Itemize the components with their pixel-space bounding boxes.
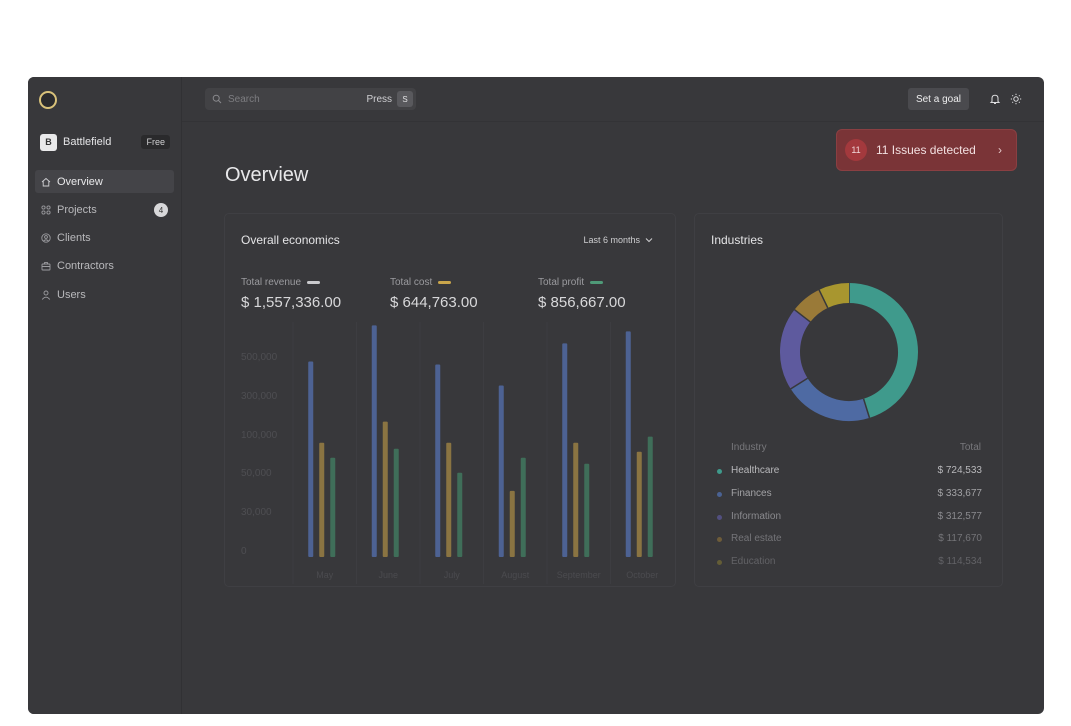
sidebar-item-contractors[interactable]: Contractors <box>35 255 174 278</box>
legend-dot <box>717 469 722 474</box>
workspace-name: Battlefield <box>63 136 112 148</box>
sidebar-item-overview[interactable]: Overview <box>35 170 174 193</box>
sidebar-item-label: Users <box>57 288 86 301</box>
y-tick-label: 30,000 <box>241 507 272 518</box>
grid-icon <box>41 205 51 215</box>
sidebar-item-projects[interactable]: Projects 4 <box>35 198 174 221</box>
sidebar-item-label: Contractors <box>57 260 114 273</box>
legend-dot <box>717 492 722 497</box>
legend-dot <box>717 515 722 520</box>
legend-row: Finances $ 333,677 <box>715 488 982 502</box>
top-bar: Press S Set a goal <box>182 77 1044 122</box>
x-tick-label: May <box>316 570 334 580</box>
legend-header-total: Total <box>959 442 981 453</box>
bar[interactable] <box>647 436 653 557</box>
economics-bar-chart: 500,000 300,000 100,000 50,000 30,000 0 May Jun… <box>241 322 658 584</box>
legend-dot <box>717 537 722 542</box>
sidebar-item-label: Overview <box>57 175 103 188</box>
x-tick-label: October <box>626 570 658 580</box>
bar[interactable] <box>393 448 399 557</box>
bar[interactable] <box>509 490 515 557</box>
search-icon <box>212 94 222 104</box>
page-title: Overview <box>225 164 309 186</box>
y-tick-label: 50,000 <box>241 468 272 479</box>
sidebar-item-clients[interactable]: Clients <box>35 227 174 250</box>
search-bar[interactable]: Press S <box>205 88 416 110</box>
bar[interactable] <box>520 457 526 557</box>
legend-value: $ 312,577 <box>937 511 983 522</box>
y-tick-label: 0 <box>241 546 247 557</box>
x-tick-label: June <box>378 570 398 580</box>
donut-slice[interactable] <box>794 289 829 323</box>
donut-slice[interactable] <box>780 309 811 389</box>
legend-row: Healthcare $ 724,533 <box>715 465 982 479</box>
donut-slice[interactable] <box>819 283 850 309</box>
legend-name: Healthcare <box>731 465 780 476</box>
shortcut-key: S <box>397 91 413 107</box>
sidebar-nav: Overview Projects 4 Clients Contractors … <box>35 170 174 311</box>
sidebar-item-users[interactable]: Users <box>35 283 174 306</box>
bar[interactable] <box>319 442 325 557</box>
bar[interactable] <box>573 442 579 557</box>
bar[interactable] <box>308 361 314 557</box>
user-icon <box>41 290 51 300</box>
sidebar-item-label: Projects <box>57 203 97 216</box>
donut-slice[interactable] <box>790 377 870 421</box>
legend-name: Real estate <box>731 533 782 544</box>
bar[interactable] <box>636 451 642 557</box>
legend-row: Real estate $ 117,670 <box>715 533 982 547</box>
plan-badge: Free <box>141 135 170 149</box>
economics-card: Overall economics Last 6 months Total re… <box>224 213 676 587</box>
issues-alert[interactable]: 11 11 Issues detected › <box>836 129 1017 171</box>
legend-header-industry: Industry <box>731 442 767 453</box>
app-window: B Battlefield Free Overview Projects 4 C… <box>28 77 1044 714</box>
bar[interactable] <box>457 472 463 557</box>
legend-name: Education <box>731 556 776 567</box>
sidebar: B Battlefield Free Overview Projects 4 C… <box>28 77 182 714</box>
issues-alert-text: 11 Issues detected <box>876 143 976 157</box>
y-tick-label: 500,000 <box>241 352 278 363</box>
bar[interactable] <box>584 463 590 557</box>
donut-slice[interactable] <box>848 283 918 418</box>
legend-row: Information $ 312,577 <box>715 511 982 525</box>
legend-value: $ 114,534 <box>938 556 982 567</box>
y-tick-label: 300,000 <box>241 391 278 402</box>
bell-icon[interactable] <box>989 93 1001 105</box>
search-input[interactable] <box>226 92 350 106</box>
bar[interactable] <box>371 325 377 557</box>
bar[interactable] <box>562 343 568 557</box>
bar[interactable] <box>382 421 388 557</box>
sun-icon[interactable] <box>1010 93 1022 105</box>
home-icon <box>41 177 51 186</box>
legend-row: Education $ 114,534 <box>715 556 982 570</box>
bar[interactable] <box>330 457 336 557</box>
projects-count-badge: 4 <box>154 203 168 218</box>
shortcut-hint: Press <box>366 93 392 105</box>
bar[interactable] <box>435 364 441 557</box>
legend-name: Information <box>731 511 782 522</box>
workspace-avatar: B <box>40 133 57 151</box>
industries-donut-chart <box>780 283 918 421</box>
legend-name: Finances <box>731 488 772 499</box>
briefcase-icon <box>41 262 51 271</box>
user-circle-icon <box>41 233 51 243</box>
bar[interactable] <box>446 442 452 557</box>
sidebar-item-label: Clients <box>57 232 91 245</box>
chevron-right-icon: › <box>998 143 1002 157</box>
y-tick-label: 100,000 <box>241 430 278 441</box>
issues-count-badge: 11 <box>845 139 867 161</box>
industries-card: Industries Industry Total Healthcare $ 7… <box>694 213 1003 587</box>
logo-icon[interactable] <box>39 91 57 109</box>
x-tick-label: September <box>557 570 601 580</box>
set-goal-button[interactable]: Set a goal <box>907 88 969 110</box>
x-tick-label: August <box>501 570 530 580</box>
legend-dot <box>717 560 722 565</box>
legend-value: $ 333,677 <box>937 488 983 499</box>
x-tick-label: July <box>444 570 461 580</box>
bar[interactable] <box>498 385 504 557</box>
workspace-switcher[interactable]: B Battlefield Free <box>40 133 170 151</box>
bar[interactable] <box>625 331 631 557</box>
legend-value: $ 724,533 <box>937 465 983 476</box>
legend-value: $ 117,670 <box>938 533 982 544</box>
